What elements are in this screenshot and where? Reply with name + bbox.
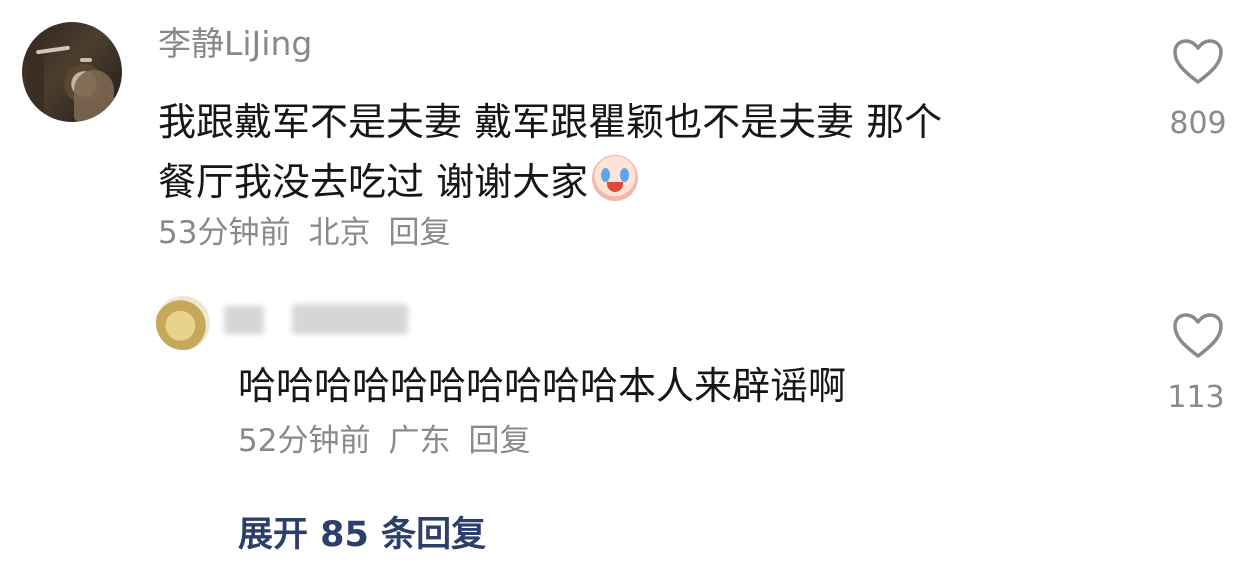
reply-location: 广东 bbox=[388, 423, 451, 459]
reply-time: 52分钟前 bbox=[238, 423, 371, 459]
reply-meta: 52分钟前 广东 回复 bbox=[238, 422, 548, 460]
reply-text: 哈哈哈哈哈哈哈哈哈哈本人来辟谣啊 bbox=[238, 364, 847, 408]
replier-avatar[interactable] bbox=[156, 296, 210, 350]
comment-time: 53分钟前 bbox=[158, 215, 291, 251]
reply-like-count: 113 bbox=[1167, 380, 1225, 415]
comment-reply-button[interactable]: 回复 bbox=[388, 215, 450, 251]
commenter-avatar[interactable] bbox=[22, 22, 122, 122]
comment-location: 北京 bbox=[308, 215, 371, 251]
heart-icon[interactable] bbox=[1172, 312, 1224, 360]
comment-text-line-2-content: 餐厅我没去吃过 谢谢大家 bbox=[158, 160, 589, 204]
crying-face-icon bbox=[592, 155, 639, 201]
comment-text-line-1: 我跟戴军不是夫妻 戴军跟瞿颖也不是夫妻 那个 bbox=[158, 100, 943, 144]
reply-like-button[interactable] bbox=[1172, 312, 1224, 364]
comment-meta: 53分钟前 北京 回复 bbox=[158, 214, 468, 252]
comment-like-count: 809 bbox=[1169, 106, 1227, 141]
avatar-calligraphy bbox=[80, 58, 92, 62]
avatar-background-door bbox=[26, 32, 44, 112]
commenter-username[interactable]: 李静LiJing bbox=[158, 24, 312, 64]
blurred-username bbox=[292, 304, 408, 334]
heart-icon[interactable] bbox=[1172, 38, 1224, 86]
comment-like-button[interactable] bbox=[1172, 38, 1224, 90]
expand-replies-button[interactable]: 展开 85 条回复 bbox=[238, 506, 486, 557]
blurred-username bbox=[224, 306, 264, 334]
reply-reply-button[interactable]: 回复 bbox=[468, 423, 530, 459]
avatar-figure bbox=[74, 70, 114, 122]
comment-text-line-2: 餐厅我没去吃过 谢谢大家 bbox=[158, 152, 639, 212]
